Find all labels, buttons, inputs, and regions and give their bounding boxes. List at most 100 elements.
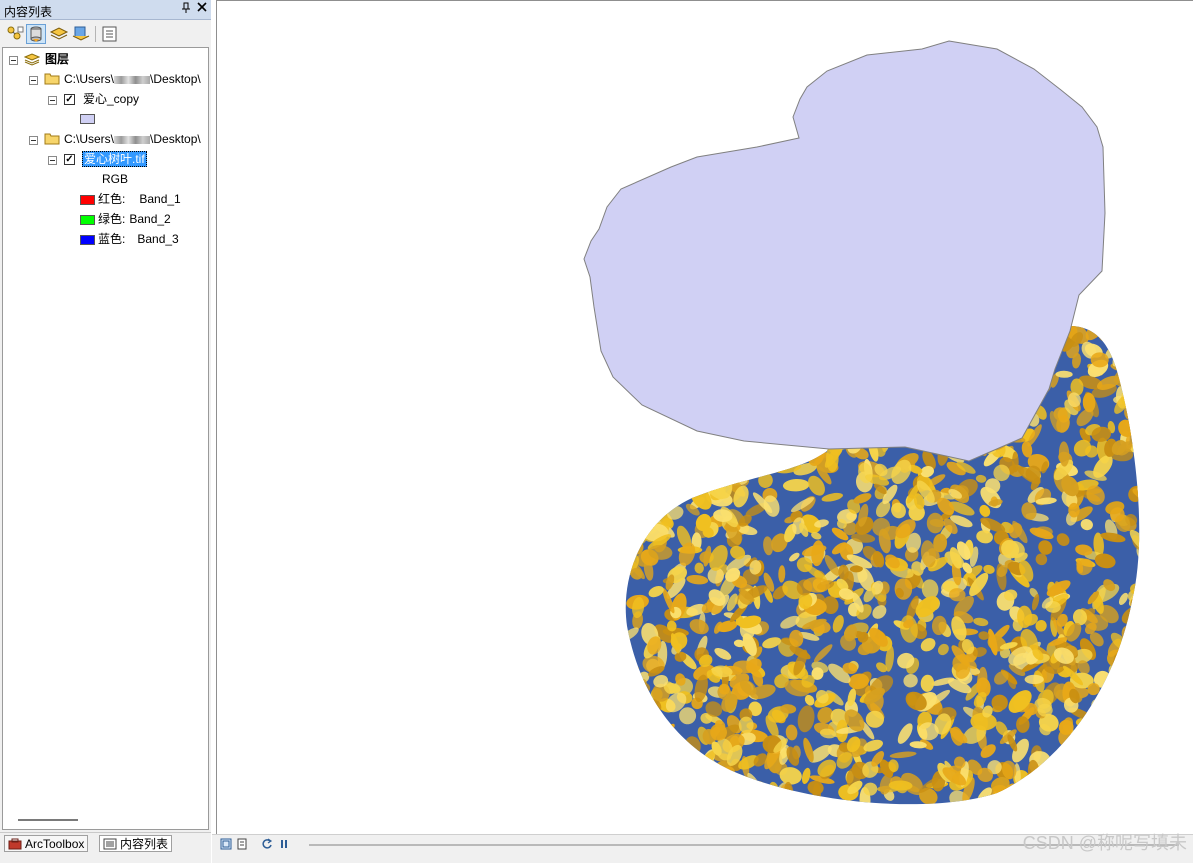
leaf-texture bbox=[653, 428, 667, 441]
leaf-texture bbox=[693, 773, 709, 789]
leaf-texture bbox=[1123, 745, 1140, 757]
pause-icon[interactable] bbox=[278, 838, 290, 850]
collapse-layer-1-toggle[interactable] bbox=[48, 96, 57, 105]
leaf-texture bbox=[1052, 788, 1073, 805]
leaf-texture bbox=[701, 801, 714, 805]
list-by-drawing-order-icon[interactable] bbox=[5, 24, 25, 44]
collapse-group-1-toggle[interactable] bbox=[29, 76, 38, 85]
pin-icon[interactable] bbox=[179, 2, 193, 16]
collapse-layers-toggle[interactable] bbox=[9, 56, 18, 65]
leaf-texture bbox=[625, 534, 632, 554]
collapse-group-2-toggle[interactable] bbox=[29, 136, 38, 145]
leaf-texture bbox=[1121, 664, 1139, 686]
leaf-texture bbox=[649, 763, 667, 784]
leaf-texture bbox=[625, 406, 640, 425]
leaf-texture bbox=[626, 725, 642, 742]
leaf-texture bbox=[633, 413, 648, 428]
leaf-texture bbox=[960, 803, 976, 805]
leaf-texture bbox=[1076, 748, 1089, 771]
leaf-texture bbox=[692, 464, 716, 471]
leaf-texture bbox=[659, 794, 676, 805]
leaf-texture bbox=[1112, 737, 1131, 757]
leaf-texture bbox=[1136, 742, 1140, 767]
leaf-texture bbox=[755, 449, 772, 469]
leaf-texture bbox=[632, 483, 654, 498]
leaf-texture bbox=[625, 708, 635, 717]
collapse-layer-2-toggle[interactable] bbox=[48, 156, 57, 165]
leaf-texture bbox=[745, 796, 773, 805]
leaf-texture bbox=[625, 416, 631, 435]
leaf-texture bbox=[1131, 639, 1140, 664]
leaf-texture bbox=[1131, 620, 1140, 634]
leaf-texture bbox=[640, 771, 663, 790]
leaf-texture bbox=[1086, 757, 1101, 771]
leaf-texture bbox=[675, 768, 700, 778]
leaf-texture bbox=[657, 790, 668, 805]
tab-arctoolbox[interactable]: ArcToolbox bbox=[4, 835, 89, 852]
leaf-texture bbox=[636, 483, 657, 500]
leaf-texture bbox=[1131, 605, 1140, 623]
leaf-texture bbox=[997, 805, 1018, 816]
list-by-source-icon[interactable] bbox=[26, 24, 46, 44]
layer-2-name[interactable]: 爱心树叶.tif bbox=[82, 150, 147, 168]
leaf-texture bbox=[1071, 760, 1093, 774]
leaf-texture bbox=[660, 493, 669, 504]
layer-1-name[interactable]: 爱心_copy bbox=[83, 90, 139, 108]
layout-view-icon[interactable] bbox=[220, 838, 232, 850]
band-3-swatch[interactable] bbox=[80, 235, 95, 245]
options-icon[interactable] bbox=[100, 24, 120, 44]
group-2-path[interactable]: C:\Users\ \Desktop\ bbox=[64, 130, 201, 148]
layers-root-label[interactable]: 图层 bbox=[45, 50, 69, 68]
band-1-swatch[interactable] bbox=[80, 195, 95, 205]
layer-2-visibility-checkbox[interactable]: ✓ bbox=[64, 154, 75, 165]
group-1-path[interactable]: C:\Users\ \Desktop\ bbox=[64, 70, 201, 88]
close-icon[interactable] bbox=[195, 2, 209, 16]
leaf-texture bbox=[1113, 797, 1132, 805]
leaf-texture bbox=[625, 742, 629, 761]
band-2-swatch[interactable] bbox=[80, 215, 95, 225]
leaf-texture bbox=[1076, 747, 1090, 762]
leaf-texture bbox=[1137, 554, 1165, 574]
leaf-texture bbox=[1047, 781, 1057, 803]
list-by-selection-icon[interactable] bbox=[71, 24, 91, 44]
band-2-label: 绿色: Band_2 bbox=[98, 212, 171, 226]
leaf-texture bbox=[690, 464, 713, 483]
leaf-texture bbox=[1136, 326, 1140, 343]
refresh-icon[interactable] bbox=[261, 838, 273, 850]
leaf-texture bbox=[1107, 741, 1118, 756]
leaf-texture bbox=[655, 772, 673, 788]
leaf-texture bbox=[676, 786, 691, 802]
list-by-visibility-icon[interactable] bbox=[49, 24, 69, 44]
leaf-texture bbox=[1131, 716, 1140, 729]
leaf-texture bbox=[713, 453, 728, 480]
leaf-texture bbox=[1109, 806, 1137, 823]
leaf-texture bbox=[650, 500, 660, 512]
data-view-icon[interactable] bbox=[236, 838, 248, 850]
leaf-texture bbox=[625, 541, 637, 554]
layer-1-symbol[interactable] bbox=[80, 114, 95, 124]
leaf-texture bbox=[1119, 747, 1139, 765]
leaf-texture bbox=[625, 408, 635, 423]
leaf-texture bbox=[1089, 714, 1106, 731]
leaf-texture bbox=[644, 772, 653, 800]
redacted-username bbox=[114, 135, 151, 144]
map-display[interactable] bbox=[216, 0, 1193, 834]
toc-horizontal-scrollbar[interactable] bbox=[18, 819, 78, 821]
layer-1-visibility-checkbox[interactable]: ✓ bbox=[64, 94, 75, 105]
layers-icon bbox=[23, 52, 41, 69]
leaf-texture bbox=[650, 767, 673, 786]
leaf-texture bbox=[666, 449, 691, 467]
leaf-texture bbox=[1133, 401, 1140, 425]
leaf-texture bbox=[643, 481, 663, 505]
leaf-texture bbox=[625, 418, 631, 431]
leaf-texture bbox=[1098, 738, 1119, 753]
tab-table-of-contents[interactable]: 内容列表 bbox=[99, 835, 173, 852]
leaf-texture bbox=[712, 439, 730, 459]
leaf-texture bbox=[625, 704, 637, 720]
leaf-texture bbox=[641, 416, 662, 438]
leaf-texture bbox=[1132, 359, 1140, 377]
leaf-texture bbox=[631, 743, 640, 755]
leaf-texture bbox=[645, 428, 661, 437]
leaf-texture bbox=[1056, 761, 1084, 777]
heart-polygon[interactable] bbox=[583, 40, 1106, 462]
